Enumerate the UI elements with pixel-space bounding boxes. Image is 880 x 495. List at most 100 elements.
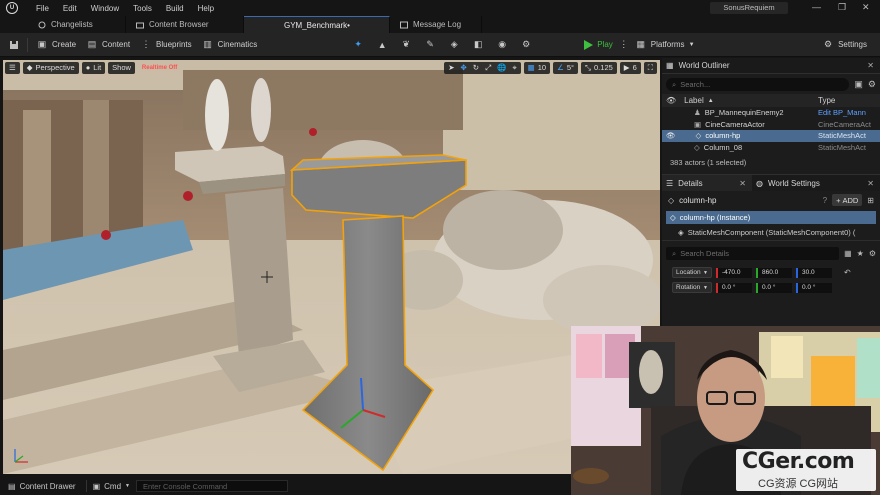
menu-help[interactable]: Help [198, 4, 214, 13]
mesh-paint-mode-icon[interactable]: ✎ [424, 39, 436, 51]
close-icon[interactable]: ✕ [867, 179, 874, 188]
perspective-button[interactable]: ◆ Perspective [22, 61, 79, 74]
minimize-icon[interactable]: — [812, 2, 821, 12]
actor-name-field[interactable]: column-hp [679, 196, 716, 205]
label-column-header[interactable]: Label [684, 96, 704, 105]
outliner-row-selected[interactable]: 👁 ◇ column-hp StaticMeshAct [662, 130, 880, 142]
tab-changelists[interactable]: Changelists [0, 16, 126, 33]
modeling-mode-icon[interactable]: ◈ [448, 39, 460, 51]
help-icon[interactable]: ? [823, 196, 827, 205]
tab-content-browser[interactable]: Content Browser [126, 16, 244, 33]
menu-build[interactable]: Build [166, 4, 184, 13]
cmd-button[interactable]: ▣ Cmd ▼ [93, 482, 130, 491]
rotation-dropdown[interactable]: Rotation ▼ [672, 282, 712, 293]
axis-indicator-icon [14, 449, 28, 463]
tab-level-editor[interactable]: GYM_Benchmark• [244, 16, 390, 33]
content-drawer-button[interactable]: ▤ Content Drawer [8, 482, 76, 491]
visibility-icon[interactable]: 👁 [666, 96, 676, 105]
close-icon[interactable]: ✕ [867, 61, 874, 70]
location-x-field[interactable]: -470.0 [716, 267, 752, 278]
outliner-row[interactable]: ▣ CineCameraActor CineCameraAct [662, 119, 880, 131]
fracture-mode-icon[interactable]: ◧ [472, 39, 484, 51]
grid-view-icon[interactable]: ▦ [844, 249, 852, 258]
play-options-icon[interactable]: ⋮ [618, 39, 630, 51]
rotation-x-field[interactable]: 0.0 ° [716, 282, 752, 293]
details-tab[interactable]: ☰ Details ✕ [662, 175, 752, 191]
rotation-z-field[interactable]: 0.0 ° [796, 282, 832, 293]
outliner-search-input[interactable]: ⌕ Search... [666, 78, 850, 91]
content-button[interactable]: ▤ Content [81, 36, 135, 54]
animation-mode-icon[interactable]: ⚙ [520, 39, 532, 51]
location-z-field[interactable]: 30.0 [796, 267, 832, 278]
outliner-row[interactable]: ◇ Column_08 StaticMeshAct [662, 142, 880, 154]
location-dropdown[interactable]: Location ▼ [672, 267, 712, 278]
save-button[interactable] [4, 36, 24, 54]
menu-edit[interactable]: Edit [63, 4, 77, 13]
gear-icon[interactable]: ⚙ [868, 79, 876, 90]
project-name: SonusRequiem [710, 2, 788, 14]
surface-snap-icon[interactable]: ⌖ [512, 63, 516, 73]
outliner-tab[interactable]: ▦ World Outliner ✕ [662, 58, 880, 74]
console-placeholder: Enter Console Command [143, 481, 228, 491]
blueprint-convert-icon[interactable]: ⊞ [867, 196, 874, 205]
viewport-menu-button[interactable]: ☰ [5, 61, 20, 74]
visibility-icon[interactable]: 👁 [666, 131, 676, 140]
maximize-viewport-button[interactable]: ⛶ [643, 61, 657, 74]
platforms-button[interactable]: ▦ Platforms ▼ [630, 36, 700, 54]
settings-button[interactable]: ⚙ Settings [817, 36, 872, 54]
menu-window[interactable]: Window [91, 4, 119, 13]
menu-file[interactable]: File [36, 4, 49, 13]
level-viewport[interactable]: ☰ ◆ Perspective ● Lit Show Realtime Off … [3, 60, 660, 474]
console-command-input[interactable]: Enter Console Command [136, 480, 288, 492]
show-button[interactable]: Show [108, 61, 135, 74]
component-row[interactable]: ◈ StaticMeshComponent (StaticMeshCompone… [662, 225, 880, 241]
restore-icon[interactable]: ❐ [838, 2, 846, 13]
star-icon[interactable]: ★ [857, 249, 864, 258]
reset-icon[interactable]: ↶ [844, 268, 851, 277]
world-space-icon[interactable]: 🌐 [497, 63, 506, 72]
platforms-icon: ▦ [636, 39, 646, 49]
unreal-logo-icon[interactable]: U [6, 2, 18, 14]
close-icon[interactable]: ✕ [862, 2, 870, 13]
close-icon[interactable]: ✕ [739, 179, 746, 188]
create-button[interactable]: ▣ Create [31, 36, 81, 54]
outliner-row[interactable]: ♟ BP_MannequinEnemy2 Edit BP_Mann [662, 107, 880, 119]
rotation-snap-control[interactable]: ∠ 5° [553, 61, 579, 74]
scale-snap-control[interactable]: ⤡ 0.125 [581, 61, 617, 74]
tab-message-log[interactable]: Message Log [390, 16, 482, 33]
grid-snap-value: 10 [537, 63, 547, 72]
play-button[interactable]: Play [578, 36, 618, 54]
details-search-input[interactable]: ⌕ Search Details [666, 247, 840, 260]
watermark-sub-text: CG资源 CG网站 [758, 478, 839, 490]
landscape-mode-icon[interactable]: ▲ [376, 39, 388, 51]
location-y-field[interactable]: 860.0 [756, 267, 792, 278]
select-tool-icon[interactable]: ➤ [448, 63, 454, 72]
type-column-header[interactable]: Type [818, 96, 835, 105]
blueprints-button[interactable]: ⋮ Blueprints [135, 36, 197, 54]
search-icon: ⌕ [672, 248, 677, 258]
blueprints-icon: ⋮ [141, 39, 151, 49]
gear-icon[interactable]: ⚙ [869, 249, 876, 258]
menu-tools[interactable]: Tools [133, 4, 152, 13]
add-folder-icon[interactable]: ▣ [854, 79, 863, 90]
grid-snap-control[interactable]: ▦ 10 [523, 61, 551, 74]
lit-button[interactable]: ● Lit [81, 61, 106, 74]
move-tool-icon[interactable]: ✥ [461, 63, 467, 72]
rotate-tool-icon[interactable]: ↻ [473, 63, 479, 72]
chevron-down-icon: ▼ [703, 269, 708, 276]
foliage-mode-icon[interactable]: ❦ [400, 39, 412, 51]
edit-blueprint-link[interactable]: Edit BP_Mann [818, 108, 866, 117]
brush-mode-icon[interactable]: ◉ [496, 39, 508, 51]
outliner-row-type: CineCameraAct [818, 119, 871, 129]
rotation-y-field[interactable]: 0.0 ° [756, 282, 792, 293]
cinematics-button[interactable]: ▥ Cinematics [197, 36, 263, 54]
camera-speed-control[interactable]: ▶ 6 [619, 61, 641, 74]
viewport-scene [3, 60, 660, 474]
world-settings-tab[interactable]: ◍ World Settings ✕ [752, 175, 880, 191]
hamburger-icon: ☰ [9, 63, 16, 72]
content-label: Content [102, 40, 131, 49]
component-root-row[interactable]: ◇ column-hp (Instance) [666, 211, 876, 224]
select-mode-icon[interactable]: ✦ [352, 39, 364, 51]
add-component-button[interactable]: + ADD [832, 194, 863, 206]
scale-tool-icon[interactable]: ⤢ [485, 63, 491, 73]
